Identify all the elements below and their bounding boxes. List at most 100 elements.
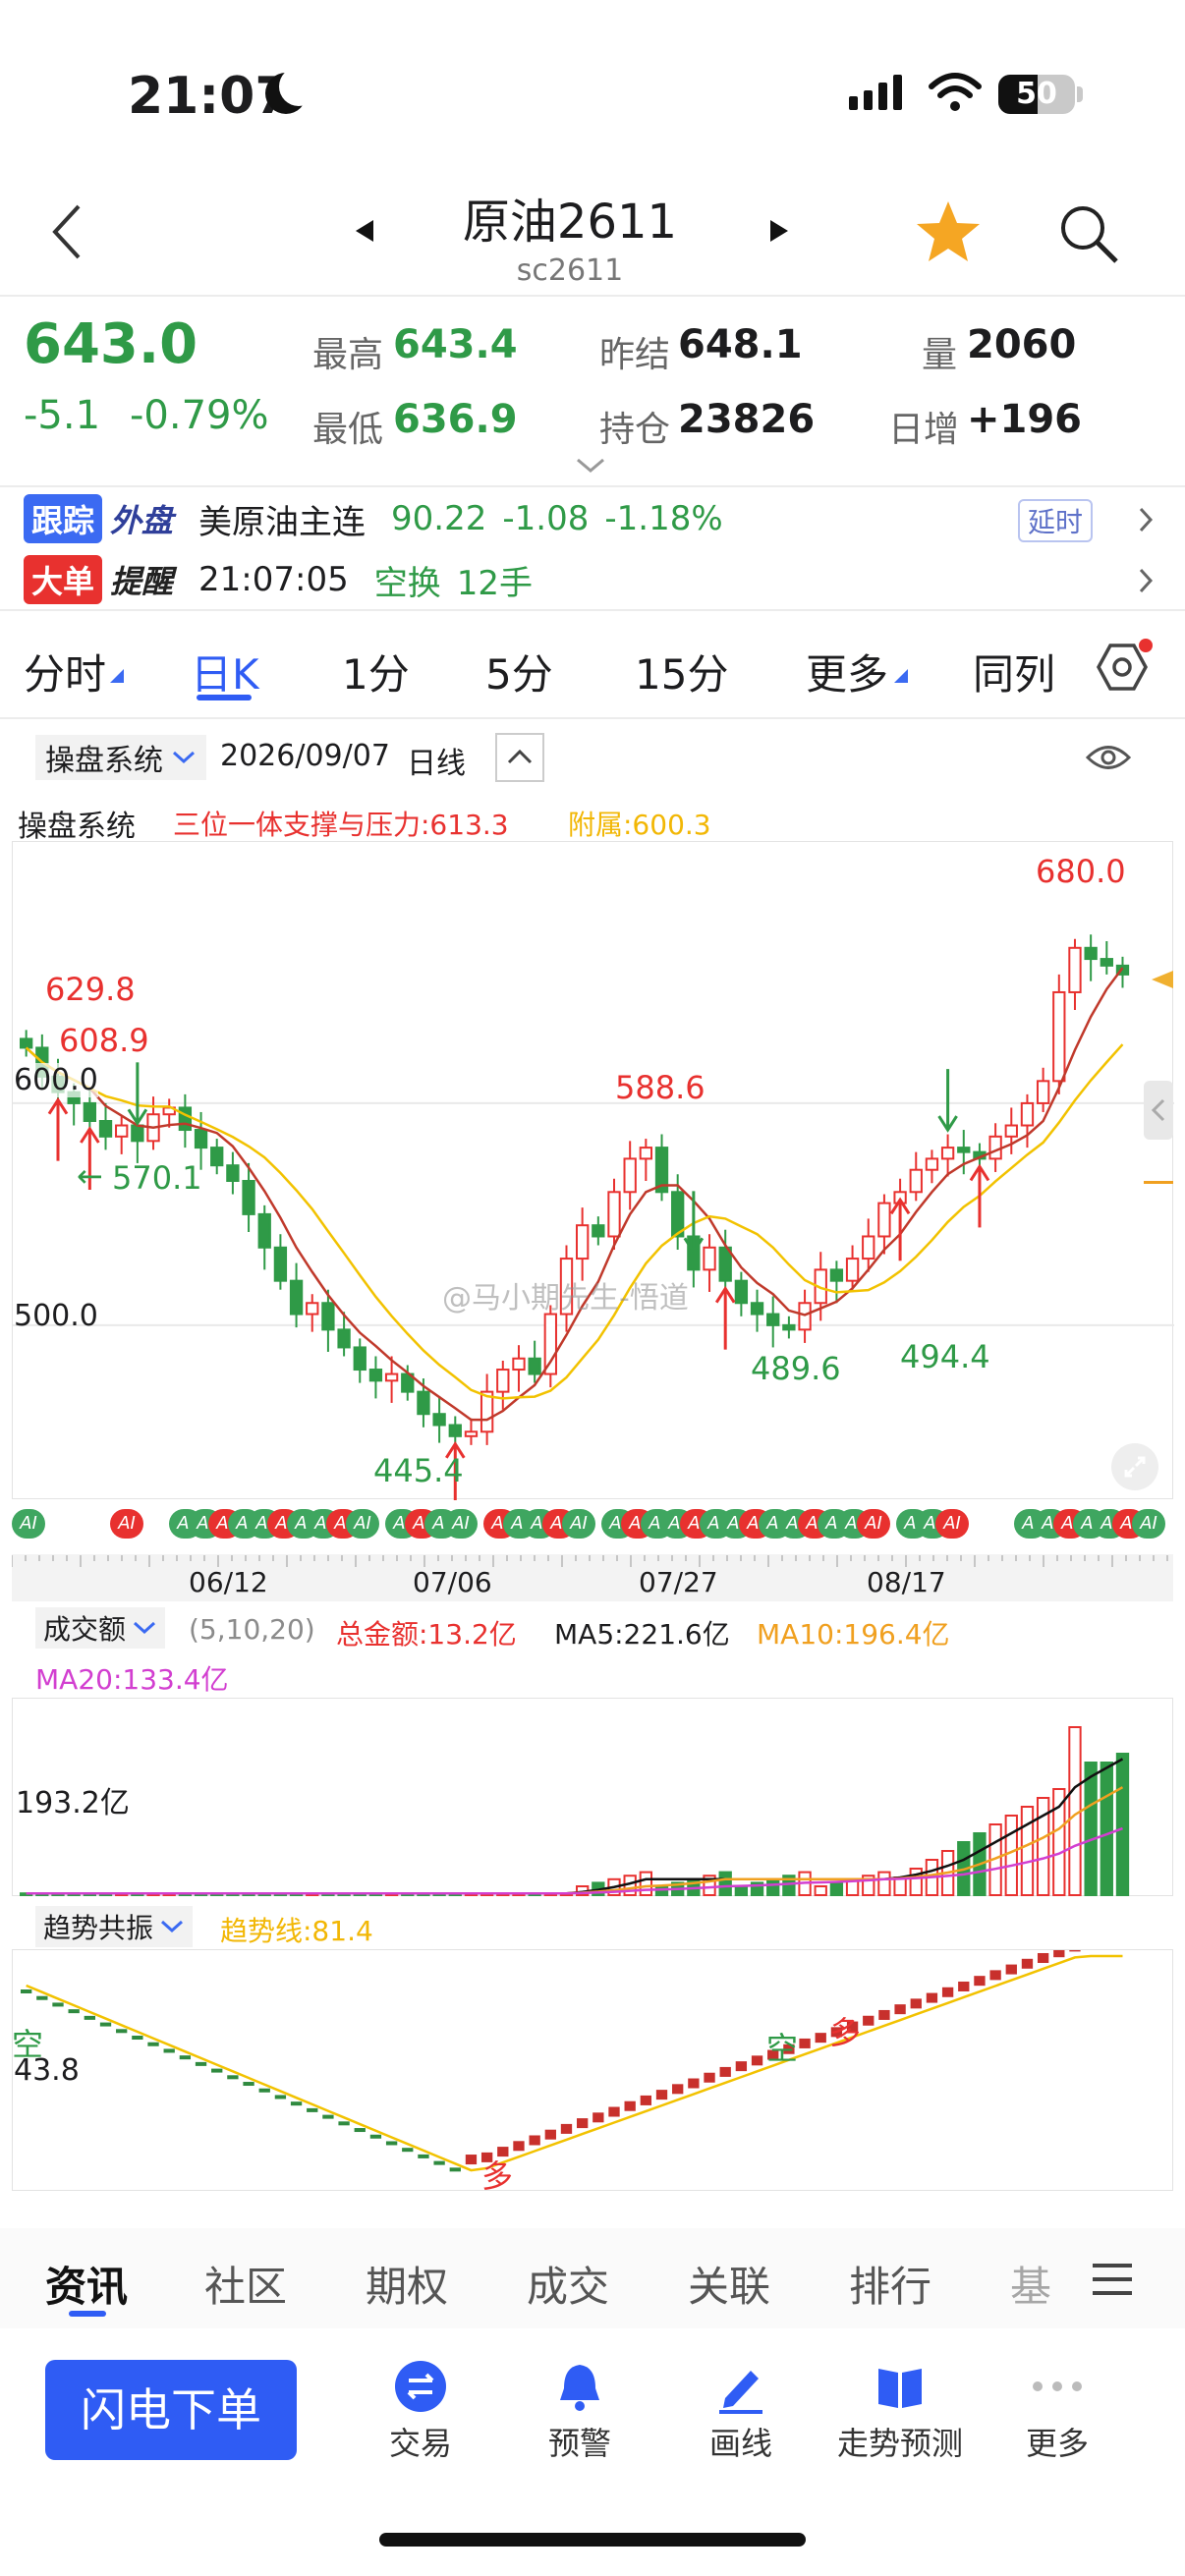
tab-timeshare[interactable]: 分时 [24,642,106,701]
menu-icon[interactable] [1093,2262,1132,2297]
tab-community[interactable]: 社区 [204,2254,287,2314]
volume-selector[interactable]: 成交额 [35,1607,166,1649]
open-interest-label: 持仓 [599,410,671,450]
trend-dash [369,2134,382,2139]
volume-bar [766,1877,780,1897]
eye-icon[interactable] [1085,741,1132,774]
trend-dash [640,2095,652,2105]
next-contract-icon[interactable] [768,218,790,244]
volume-ylabel: 193.2亿 [16,1786,130,1820]
bigorder-tag: 大单 [24,555,103,604]
expand-quote-icon[interactable] [576,458,605,474]
ai-marker: AI [1132,1509,1165,1539]
settings-hex-icon[interactable] [1091,638,1154,700]
label-588: 588.6 [615,1069,705,1106]
candle-body [178,1106,193,1132]
chevron-right-icon [1139,507,1154,532]
collapse-button[interactable] [495,733,544,782]
more-dots-icon [1033,2381,1082,2391]
trend-dash [99,2022,112,2027]
tab-same-column[interactable]: 同列 [973,642,1055,701]
trend-dash [418,2154,429,2158]
trend-dash [227,2075,239,2080]
wifi-icon [929,73,982,111]
chevron-right-icon [1139,568,1154,593]
period-tabs: 分时 日K 1分 5分 15分 更多 同列 [0,614,1185,722]
volume-total: 总金额:13.2亿 [336,1618,517,1651]
main-indicator-name: 操盘系统 [18,810,136,844]
flash-order-button[interactable]: 闪电下单 [45,2360,297,2460]
date-0817: 08/17 [867,1566,946,1598]
current-price-marker [1152,971,1173,988]
candle-body [829,1268,844,1282]
candle-body [496,1369,510,1393]
volume-selector-label: 成交额 [43,1613,127,1646]
tab-related[interactable]: 关联 [688,2254,770,2314]
ai-marker: AI [110,1509,143,1539]
prev-contract-icon[interactable] [354,218,375,244]
trend-dash [719,2066,731,2077]
tab-5min[interactable]: 5分 [485,642,553,701]
trend-chart[interactable] [12,1940,1173,2191]
tab-more[interactable]: 更多 [806,642,888,701]
trend-selector-label: 趋势共振 [43,1912,154,1944]
dock-more[interactable]: 更多 [988,2354,1126,2464]
tab-trades[interactable]: 成交 [527,2254,609,2314]
trend-dash [132,2036,143,2041]
fullscreen-icon[interactable] [1110,1442,1159,1491]
trend-dash [258,2088,270,2093]
home-indicator [379,2533,806,2547]
contract-code: sc2611 [516,253,624,288]
ai-marker: AI [857,1509,890,1539]
candle-body [131,1124,144,1143]
active-bottom-tab-indicator [69,2311,106,2317]
trend-dash [592,2112,604,2123]
back-icon[interactable] [49,202,85,261]
dock-trade[interactable]: 交易 [352,2354,489,2464]
bigorder-row[interactable]: 大单 提醒 21:07:05 空换 12手 [0,550,1185,609]
tab-options[interactable]: 期权 [366,2254,448,2314]
trend-dash [577,2118,589,2129]
info-tabs: 资讯 社区 期权 成交 关联 排行 基 [0,2228,1185,2328]
volume-bar [829,1881,844,1896]
candle-body [1004,1124,1018,1138]
foreign-tag: 外盘 [110,502,174,539]
candle-body [750,1302,764,1316]
volume-bar [1115,1753,1130,1896]
trend-dash [385,2141,398,2146]
trend-dash [544,2129,556,2140]
trend-selector[interactable]: 趋势共振 [35,1906,194,1947]
candle-body [368,1369,383,1382]
candle-body [909,1168,923,1194]
trend-dash [1021,1958,1034,1969]
tab-1min[interactable]: 1分 [342,642,410,701]
tab-ranking[interactable]: 排行 [849,2254,931,2314]
trend-svg [21,1940,1129,2172]
bigorder-size: 12手 [456,563,533,603]
dock-alert[interactable]: 预警 [511,2354,649,2464]
trend-dash [84,2015,96,2020]
ai-marker: AI [12,1509,45,1539]
tab-15min[interactable]: 15分 [635,642,728,701]
price-line-marker [1144,1181,1173,1184]
candle-body [242,1180,255,1215]
search-icon[interactable] [1055,200,1120,265]
tab-news[interactable]: 资讯 [45,2254,128,2314]
trend-dash [513,2141,525,2152]
favorite-star-icon[interactable] [914,198,983,265]
trend-dash [465,2155,478,2165]
tracking-change-pct: -1.18% [604,499,723,538]
dock-draw[interactable]: 画线 [672,2354,810,2464]
moon-icon [265,67,318,114]
tab-fundamentals[interactable]: 基 [1010,2254,1051,2314]
indicator-selector[interactable]: 操盘系统 [35,735,206,780]
tracking-row[interactable]: 跟踪 外盘 美原油主连 90.22 -1.08 -1.18% 延时 [0,489,1185,548]
side-drawer-handle[interactable] [1144,1081,1173,1140]
date-axis[interactable]: 06/12 07/06 07/27 08/17 [11,1554,1173,1601]
candle-body [115,1124,129,1138]
dock-forecast[interactable]: 走势预测 [831,2354,969,2464]
volume-chart[interactable] [12,1698,1173,1897]
trend-dash [68,2009,80,2014]
tab-daily-k[interactable]: 日K [191,642,259,701]
bigorder-time: 21:07:05 [198,560,349,599]
